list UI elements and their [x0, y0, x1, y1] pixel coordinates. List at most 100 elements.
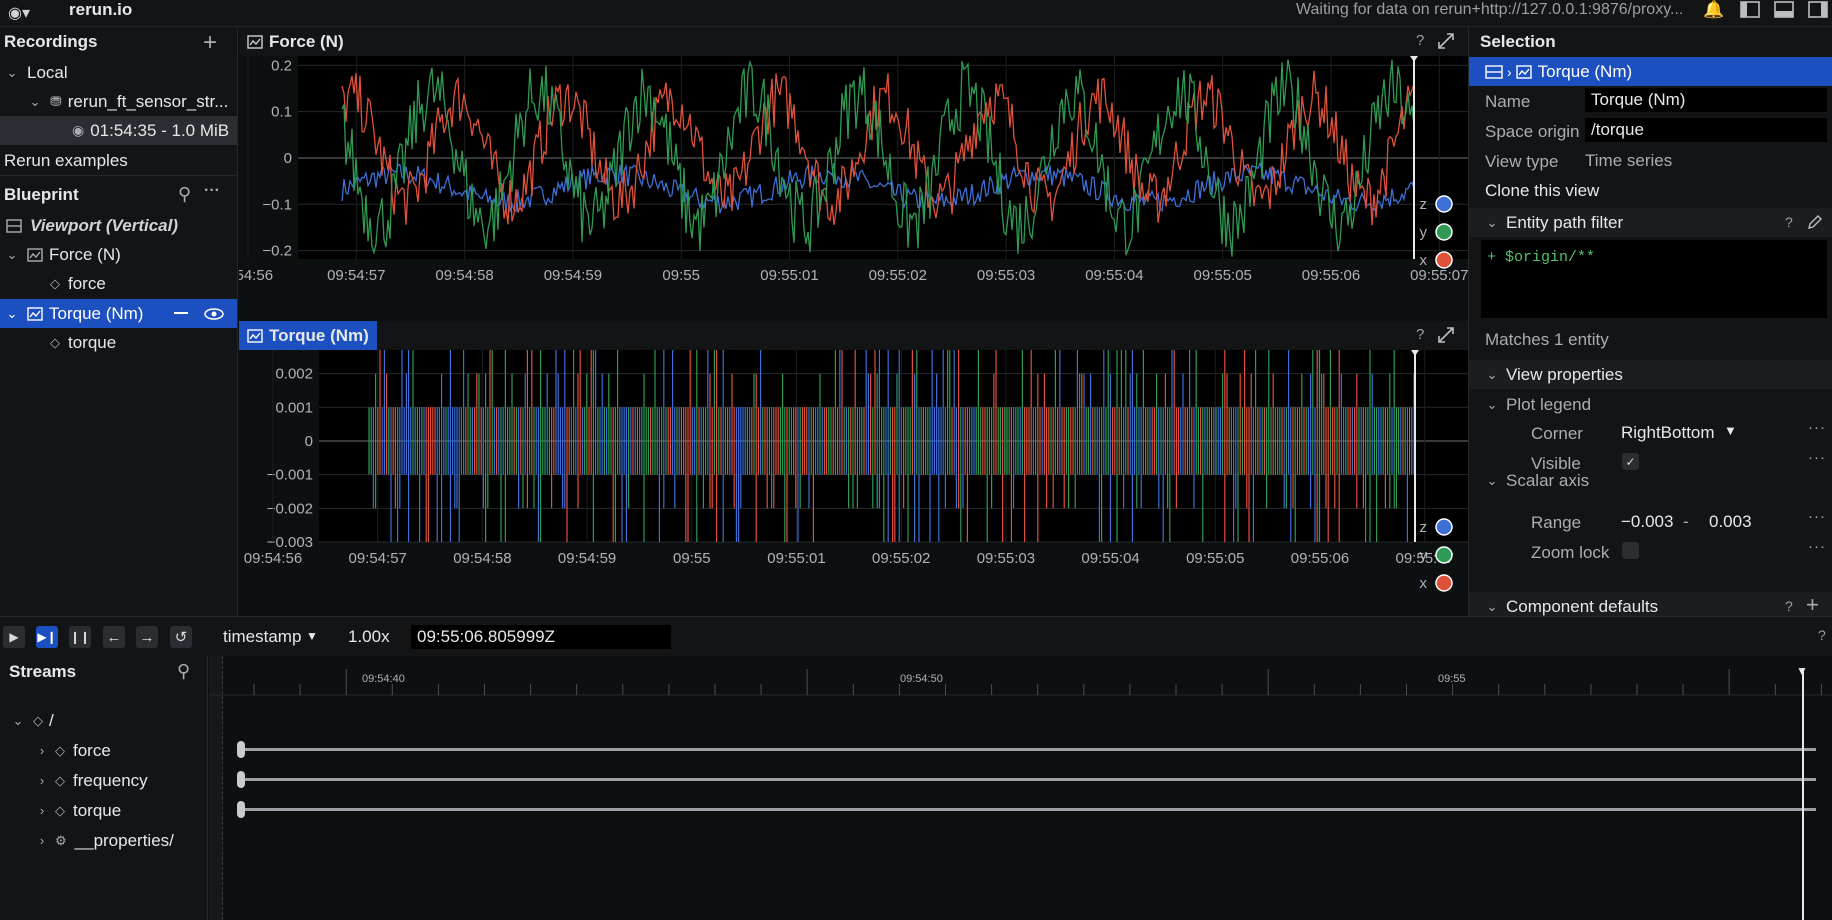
recording-item[interactable]: ⌄ ⛃ rerun_ft_sensor_str... [0, 87, 237, 116]
help-icon[interactable]: ? [1785, 598, 1793, 614]
chevron-down-icon[interactable]: ⌄ [1485, 599, 1499, 615]
timeline-select[interactable]: timestamp [223, 627, 301, 647]
add-icon[interactable]: + [203, 29, 217, 57]
blueprint-item-force[interactable]: ⌄ Force (N) [0, 240, 237, 269]
entity-path-filter-header[interactable]: ⌄ Entity path filter ? [1469, 208, 1832, 237]
force-view-header [239, 27, 1468, 56]
legend-marker [1435, 251, 1453, 269]
clone-view-button[interactable]: Clone this view [1485, 181, 1599, 201]
loop-icon[interactable]: ↺ [170, 626, 192, 648]
stream-data-marker[interactable] [237, 741, 245, 758]
help-icon[interactable]: ? [1818, 627, 1826, 643]
remove-icon[interactable] [174, 312, 188, 314]
chevron-down-icon[interactable]: ⌄ [28, 94, 42, 110]
toggle-bottom-panel-icon[interactable] [1774, 1, 1794, 18]
component-defaults-header[interactable]: ⌄ Component defaults ? + [1469, 592, 1832, 616]
pause-icon[interactable]: ❙❙ [69, 626, 91, 648]
chevron-down-icon[interactable]: ⌄ [1485, 473, 1499, 489]
legend-label: y [1420, 547, 1428, 564]
more-icon[interactable]: ··· [204, 182, 220, 200]
maximize-icon[interactable] [1436, 325, 1456, 345]
more-icon[interactable]: ··· [1808, 419, 1826, 436]
maximize-icon[interactable] [1436, 31, 1456, 51]
rerun-examples-link[interactable]: Rerun examples [0, 147, 237, 176]
edit-pencil-icon[interactable] [1806, 213, 1824, 231]
stream-track[interactable] [240, 748, 1816, 751]
scalar-axis-header[interactable]: ⌄ Scalar axis [1469, 467, 1832, 495]
toggle-left-panel-icon[interactable] [1740, 1, 1760, 18]
add-icon[interactable]: + [1806, 592, 1819, 616]
stream-track[interactable] [240, 778, 1816, 781]
selection-breadcrumb[interactable]: › Torque (Nm) [1469, 57, 1832, 86]
playback-speed[interactable]: 1.00x [348, 627, 390, 647]
step-back-icon[interactable]: ← [103, 626, 125, 648]
blueprint-entity-torque[interactable]: ◇ torque [0, 328, 237, 357]
bell-icon[interactable]: 🔔 [1703, 0, 1724, 20]
help-icon[interactable]: ? [1416, 32, 1424, 49]
step-forward-icon[interactable]: → [136, 626, 158, 648]
stream-data-marker[interactable] [237, 771, 245, 788]
chevron-down-icon[interactable]: ⌄ [1485, 215, 1499, 231]
search-icon[interactable]: ⚲ [178, 184, 191, 205]
stream-data-marker[interactable] [237, 801, 245, 818]
time-cursor[interactable] [1802, 668, 1804, 920]
time-cursor-handle-icon[interactable]: ▼ [1796, 664, 1808, 678]
chevron-right-icon[interactable]: › [35, 743, 49, 758]
plot-legend-header[interactable]: ⌄ Plot legend [1469, 390, 1832, 419]
x-tick-label: 09:55:01 [760, 267, 818, 284]
viewport-item[interactable]: Viewport (Vertical) [0, 211, 237, 240]
space-origin-field[interactable]: /torque [1585, 118, 1827, 142]
more-icon[interactable]: ··· [1808, 538, 1826, 555]
chevron-down-icon[interactable]: ⌄ [1485, 367, 1499, 383]
tab-torque[interactable]: Torque (Nm) [239, 321, 377, 350]
more-icon[interactable]: ··· [1808, 508, 1826, 525]
search-icon[interactable]: ⚲ [177, 661, 190, 682]
chevron-right-icon[interactable]: › [35, 833, 49, 848]
recording-group-local[interactable]: ⌄ Local [0, 58, 237, 87]
chevron-down-icon[interactable]: ⌄ [1485, 397, 1499, 413]
selection-title: Selection [1480, 31, 1556, 51]
entity-path-filter-editor[interactable]: + $origin/** [1481, 240, 1827, 318]
chevron-right-icon[interactable]: › [35, 773, 49, 788]
help-icon[interactable]: ? [1785, 214, 1793, 230]
toggle-right-panel-icon[interactable] [1808, 1, 1828, 18]
database-icon: ⛃ [50, 93, 62, 109]
chevron-down-icon[interactable]: ⌄ [5, 247, 19, 263]
force-view-title: Force (N) [269, 31, 344, 51]
dropdown-triangle-icon[interactable]: ▼ [306, 629, 318, 643]
stream-item[interactable]: › ◇ torque [0, 796, 207, 825]
stream-track[interactable] [240, 808, 1816, 811]
stream-item[interactable]: › ⚙ __properties/ [0, 826, 207, 855]
chevron-down-icon[interactable]: ⌄ [11, 713, 25, 729]
viewport-icon[interactable] [1485, 64, 1503, 79]
view-properties-header[interactable]: ⌄ View properties [1469, 360, 1832, 389]
name-field[interactable]: Torque (Nm) [1585, 88, 1827, 112]
chevron-right-icon[interactable]: › [35, 803, 49, 818]
stream-root[interactable]: ⌄ ◇ / [0, 706, 207, 735]
stream-item[interactable]: › ◇ frequency [0, 766, 207, 795]
stream-item[interactable]: › ◇ force [0, 736, 207, 765]
recording-detail-row[interactable]: ◉ 01:54:35 - 1.0 MiB [0, 116, 237, 145]
blueprint-entity-force[interactable]: ◇ force [0, 269, 237, 298]
play-icon[interactable]: ▶ [3, 626, 25, 648]
more-icon[interactable]: ··· [1808, 449, 1826, 466]
chevron-down-icon[interactable]: ⌄ [5, 306, 19, 322]
time-ruler[interactable] [209, 656, 1832, 696]
current-time-input[interactable]: 09:55:06.805999Z [411, 625, 671, 649]
follow-icon[interactable]: ▶❙ [36, 626, 58, 648]
dropdown-triangle-icon[interactable]: ▼ [1724, 423, 1737, 438]
force-plot[interactable]: 0.2 0.1 0 −0.1 −0.2 9:54:56 09:54:57 09:54:58 09… [239, 56, 1468, 289]
chevron-down-icon[interactable]: ⌄ [5, 65, 19, 81]
torque-plot[interactable]: 0.002 0.001 0 −0.001 −0.002 −0.00309:54:56 09:… [239, 350, 1468, 616]
range-min-input[interactable]: −0.003 [1621, 512, 1673, 532]
help-icon[interactable]: ? [1416, 326, 1424, 343]
tab-force[interactable]: Force (N) [239, 27, 352, 56]
corner-select[interactable]: RightBottom [1621, 423, 1715, 443]
timeline-area[interactable]: 09:54:40 09:54:50 09:55 ▼ [209, 656, 1832, 920]
rerun-logo-icon[interactable]: ◉▾ [8, 3, 30, 23]
range-max-input[interactable]: 0.003 [1709, 512, 1752, 532]
blueprint-item-torque[interactable]: ⌄ Torque (Nm) [0, 299, 237, 328]
zoom-lock-checkbox[interactable] [1622, 542, 1639, 559]
x-tick-label: 09:55:01 [767, 550, 825, 567]
visibility-eye-icon[interactable] [204, 306, 224, 326]
